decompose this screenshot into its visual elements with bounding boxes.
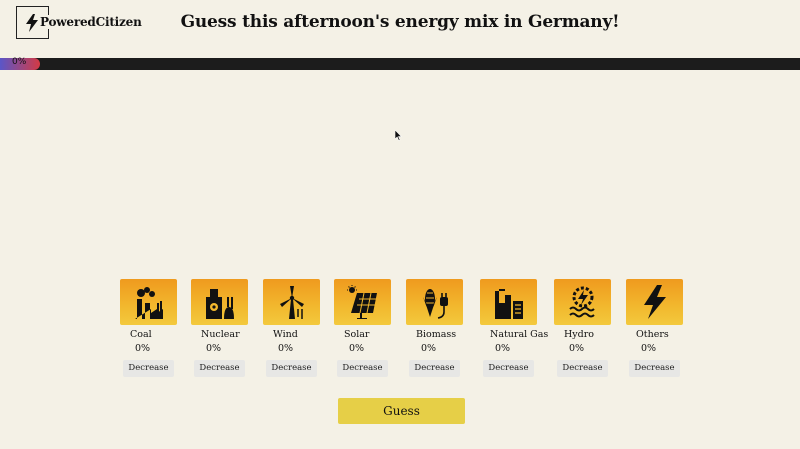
source-others: Others 0% Decrease [626, 279, 686, 379]
decrease-button[interactable]: Decrease [629, 360, 680, 377]
source-name: Wind [273, 329, 298, 340]
wind-turbine-icon [280, 286, 304, 319]
page-title: Guess this afternoon's energy mix in Ger… [180, 12, 620, 32]
source-tile[interactable] [191, 279, 248, 325]
source-tile[interactable] [263, 279, 320, 325]
source-percent: 0% [278, 343, 294, 354]
lightning-bolt-icon [644, 285, 666, 319]
progress-bar: 0% [0, 57, 800, 70]
source-hydro: Hydro 0% Decrease [554, 279, 614, 379]
source-percent: 0% [206, 343, 222, 354]
decrease-button[interactable]: Decrease [409, 360, 460, 377]
coal-plant-icon [135, 287, 163, 319]
source-tile[interactable] [554, 279, 611, 325]
source-natural-gas: Natural Gas 0% Decrease [480, 279, 548, 379]
solar-panel-icon [347, 285, 377, 319]
source-tile[interactable] [480, 279, 537, 325]
decrease-button[interactable]: Decrease [123, 360, 174, 377]
source-percent: 0% [349, 343, 365, 354]
header: PoweredCitizen Guess this afternoon's en… [0, 0, 800, 56]
source-name: Solar [344, 329, 370, 340]
source-name: Natural Gas [490, 329, 549, 340]
progress-label: 0% [12, 57, 27, 67]
guess-button[interactable]: Guess [338, 398, 465, 424]
biomass-corn-icon [423, 289, 448, 319]
source-solar: Solar 0% Decrease [334, 279, 394, 379]
nuclear-plant-icon [206, 289, 234, 319]
decrease-button[interactable]: Decrease [483, 360, 534, 377]
source-percent: 0% [569, 343, 585, 354]
source-tile[interactable] [334, 279, 391, 325]
source-coal: Coal 0% Decrease [120, 279, 180, 379]
source-percent: 0% [421, 343, 437, 354]
source-name: Nuclear [201, 329, 240, 340]
source-name: Coal [130, 329, 152, 340]
hydro-wave-icon [569, 286, 595, 318]
decrease-button[interactable]: Decrease [557, 360, 608, 377]
source-tile[interactable] [120, 279, 177, 325]
source-percent: 0% [135, 343, 151, 354]
source-name: Others [636, 329, 669, 340]
source-nuclear: Nuclear 0% Decrease [191, 279, 251, 379]
energy-sources: Coal 0% Decrease Nuclear 0% Decrease Win… [120, 279, 690, 379]
source-name: Biomass [416, 329, 457, 340]
decrease-button[interactable]: Decrease [266, 360, 317, 377]
source-percent: 0% [495, 343, 511, 354]
source-percent: 0% [641, 343, 657, 354]
source-tile[interactable] [626, 279, 683, 325]
decrease-button[interactable]: Decrease [194, 360, 245, 377]
source-biomass: Biomass 0% Decrease [406, 279, 466, 379]
decrease-button[interactable]: Decrease [337, 360, 388, 377]
source-wind: Wind 0% Decrease [263, 279, 323, 379]
mouse-cursor-icon [395, 130, 403, 142]
source-tile[interactable] [406, 279, 463, 325]
gas-plant-icon [495, 289, 523, 319]
source-name: Hydro [564, 329, 594, 340]
